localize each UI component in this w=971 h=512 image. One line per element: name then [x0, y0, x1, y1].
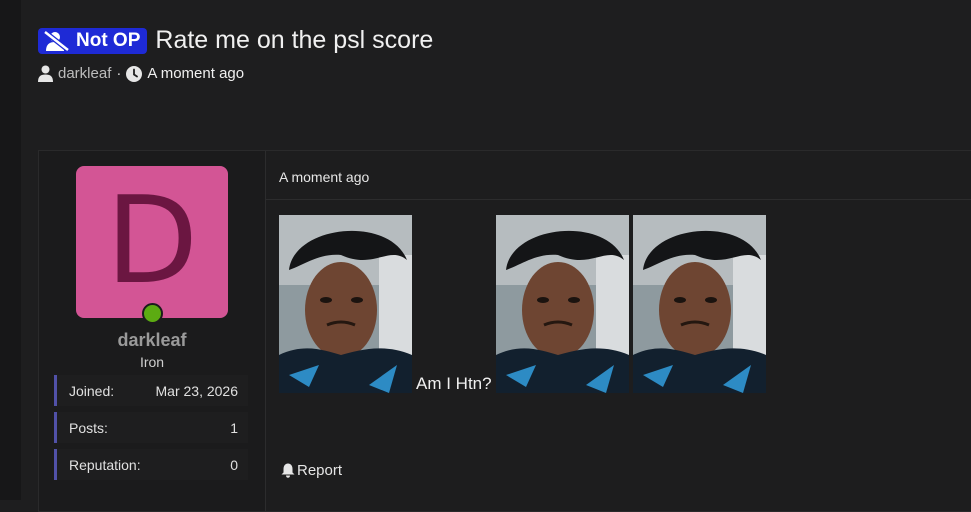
stat-reputation: Reputation: 0: [54, 449, 248, 480]
stat-label: Reputation:: [69, 456, 141, 473]
stat-value: 1: [230, 419, 238, 436]
not-op-badge: Not OP: [38, 27, 148, 54]
stat-posts: Posts: 1: [54, 412, 248, 443]
thread-time: A moment ago: [147, 65, 245, 82]
title-row: Not OP Rate me on the psl score: [38, 26, 433, 55]
user-rank: Iron: [139, 354, 165, 370]
post-divider: [266, 199, 971, 200]
post: D darkleaf Iron Joined: Mar 23, 2026 Pos…: [38, 150, 971, 512]
user-slash-icon: [44, 30, 70, 51]
avatar-letter: D: [105, 172, 199, 311]
post-content: Am I Htn?: [279, 215, 766, 393]
post-body: A moment ago Am I Htn? Report: [266, 151, 971, 511]
report-button[interactable]: Report: [281, 462, 342, 479]
online-status-indicator: [142, 303, 163, 324]
report-label: Report: [297, 462, 343, 479]
stat-value: Mar 23, 2026: [155, 382, 239, 399]
post-user-sidebar: D darkleaf Iron Joined: Mar 23, 2026 Pos…: [39, 151, 266, 511]
post-date[interactable]: A moment ago: [279, 169, 369, 185]
bell-icon: [281, 463, 295, 478]
avatar[interactable]: D: [76, 166, 228, 318]
stat-label: Posts:: [69, 419, 108, 436]
post-username[interactable]: darkleaf: [39, 330, 265, 351]
post-image-3[interactable]: [632, 215, 766, 393]
stat-value: 0: [230, 456, 238, 473]
thread-author-link[interactable]: darkleaf: [58, 65, 111, 82]
thread-meta: darkleaf · A moment ago: [38, 65, 433, 82]
meta-separator: ·: [116, 65, 122, 82]
post-caption: Am I Htn?: [416, 374, 492, 393]
post-image-1[interactable]: [279, 215, 412, 393]
left-strip: [0, 0, 21, 500]
post-image-2[interactable]: [495, 215, 629, 393]
thread-header: Not OP Rate me on the psl score darkleaf…: [38, 26, 433, 82]
stat-label: Joined:: [69, 382, 115, 399]
badge-label: Not OP: [76, 29, 141, 51]
thread-title: Rate me on the psl score: [155, 26, 434, 54]
clock-icon: [126, 65, 143, 82]
user-icon: [38, 65, 53, 82]
stat-joined: Joined: Mar 23, 2026: [54, 375, 248, 406]
